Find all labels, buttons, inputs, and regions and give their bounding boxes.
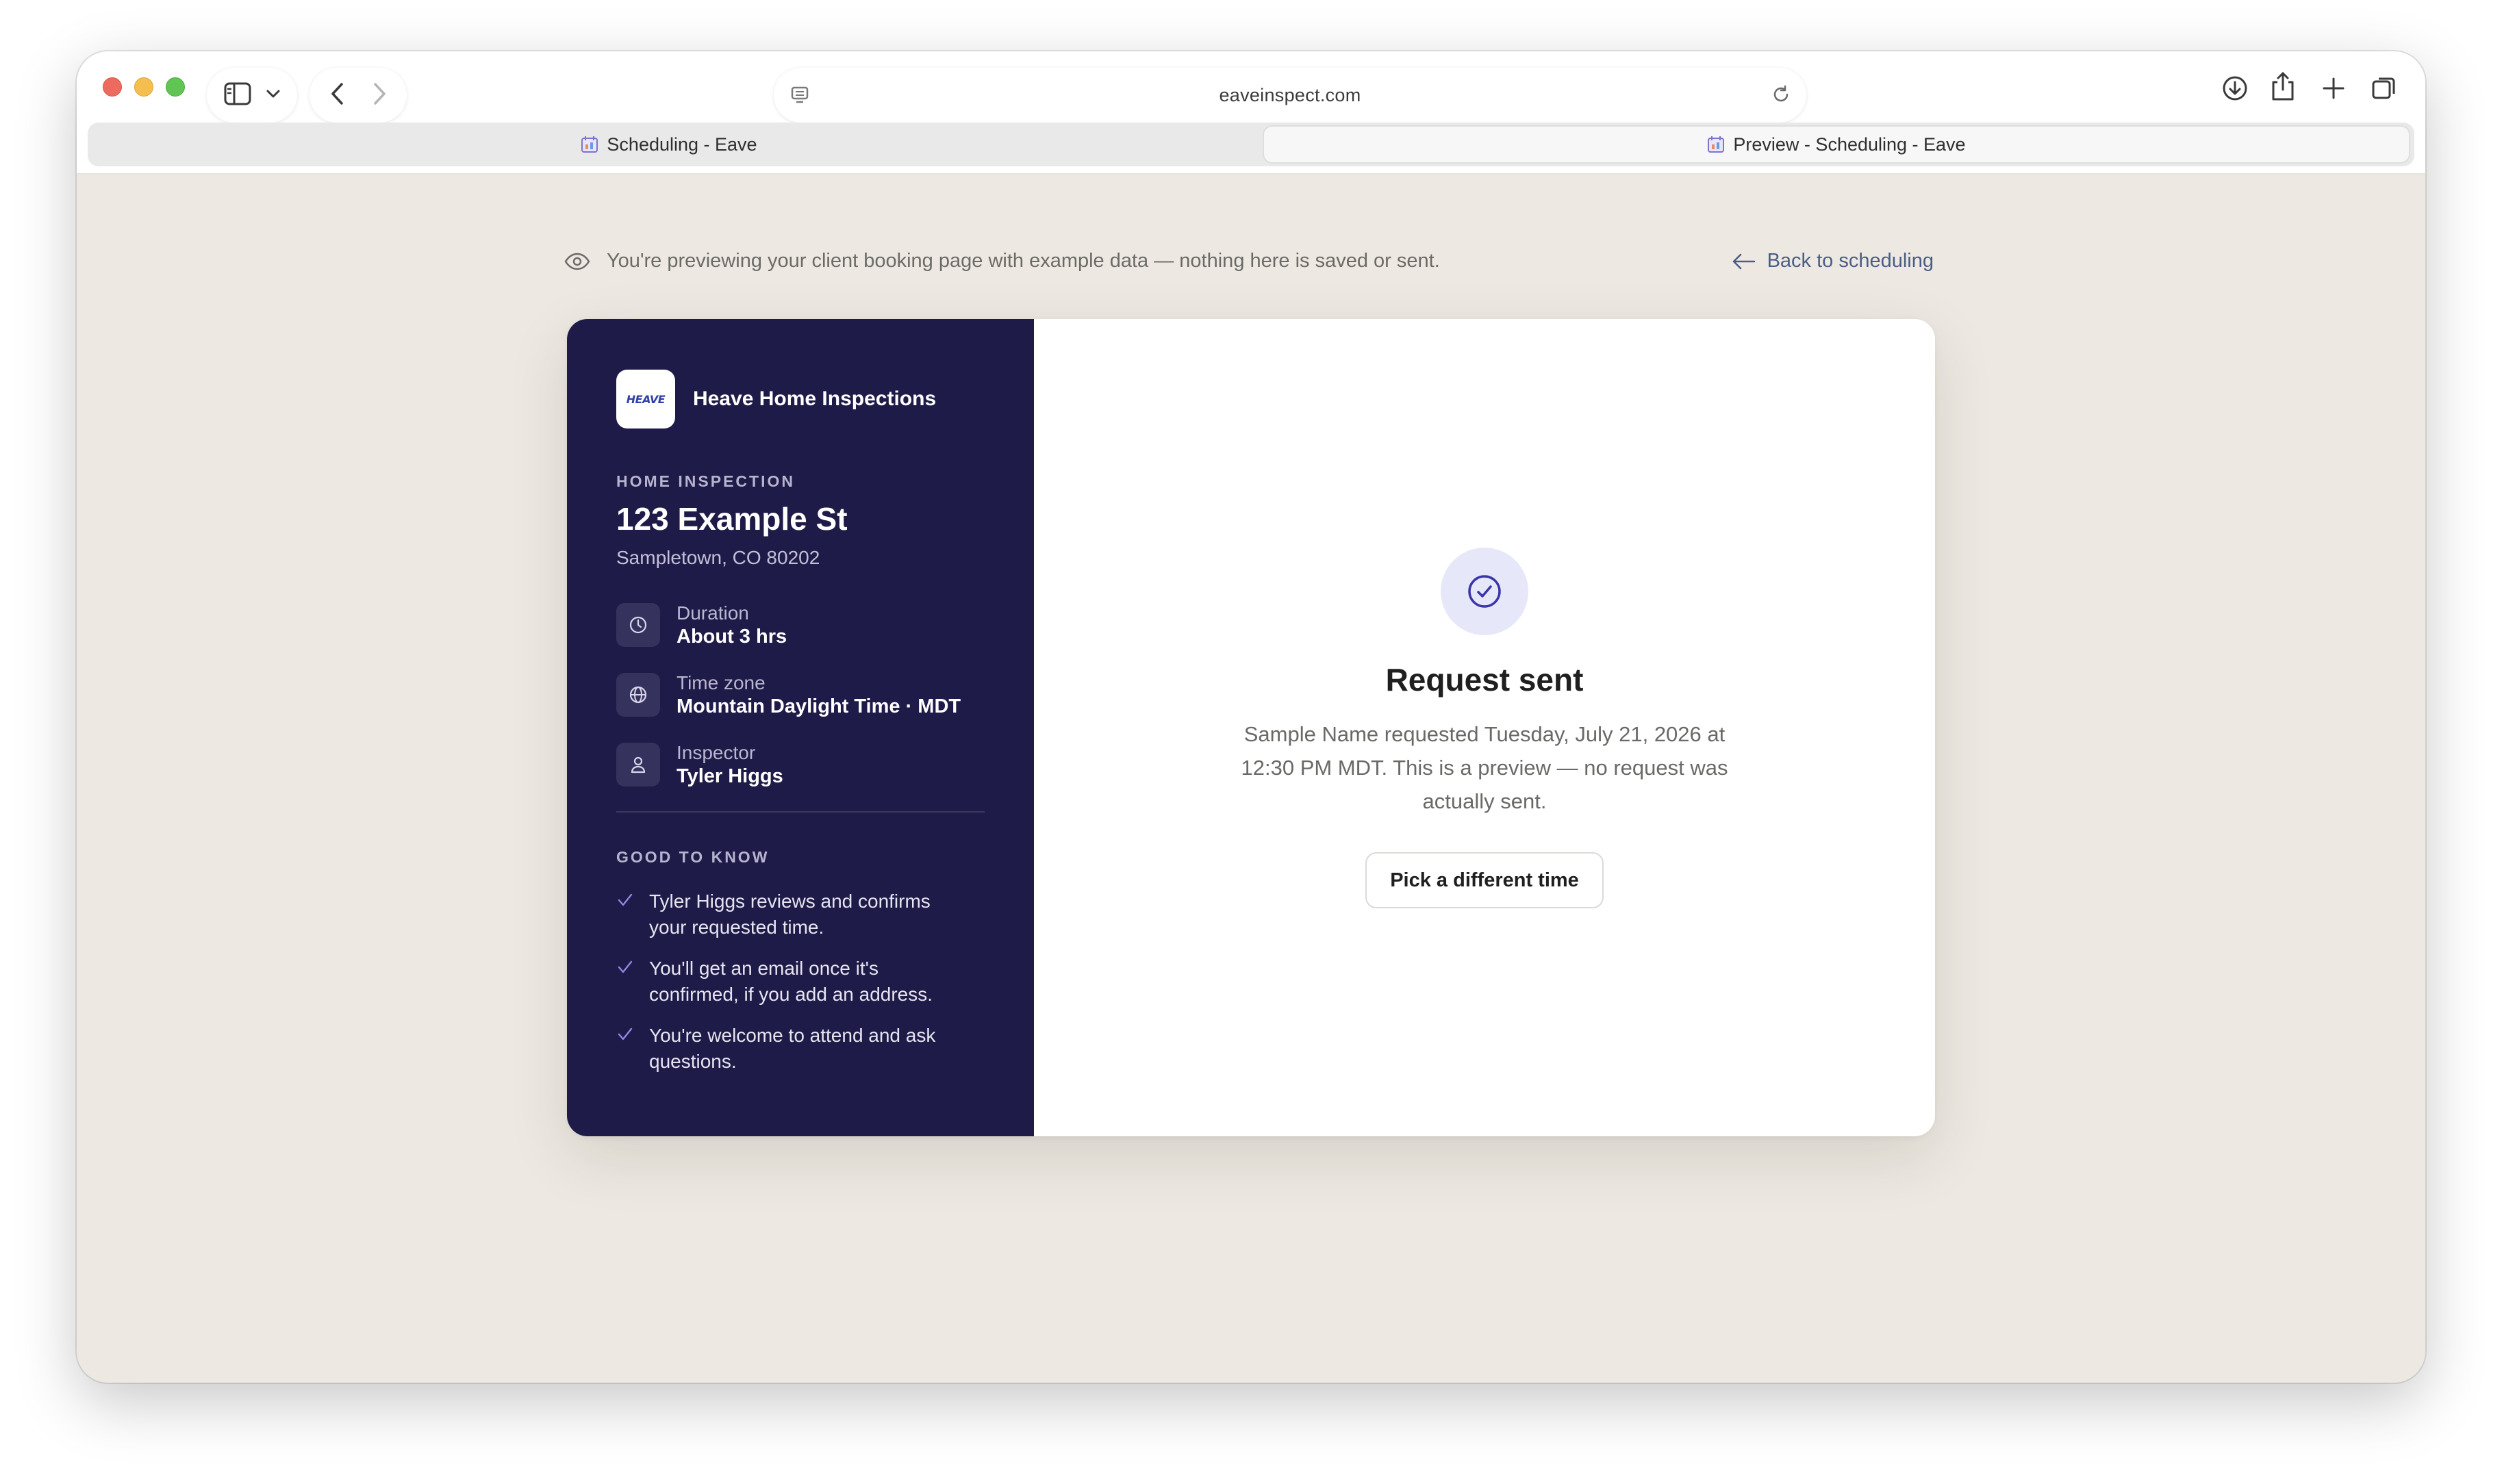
preview-note: You're previewing your client booking pa… [564, 250, 1440, 272]
detail-inspector: Inspector Tyler Higgs [616, 741, 985, 788]
url-text: eaveinspect.com [1219, 84, 1361, 105]
back-icon[interactable] [330, 82, 345, 109]
list-item: You'll get an email once it's confirmed,… [616, 956, 985, 1008]
detail-time-zone: Time zone Mountain Daylight Time · MDT [616, 671, 985, 718]
address-bar[interactable]: eaveinspect.com [774, 68, 1806, 123]
company-name: Heave Home Inspections [693, 387, 937, 410]
eye-icon [564, 253, 590, 270]
minimize-window-button[interactable] [134, 77, 153, 97]
back-to-scheduling-link[interactable]: Back to scheduling [1732, 250, 1934, 272]
detail-label: Inspector [677, 742, 756, 763]
booking-summary-panel: HEAVE Heave Home Inspections HOME INSPEC… [567, 319, 1034, 1136]
reload-icon[interactable] [1771, 84, 1791, 108]
download-icon[interactable] [2221, 75, 2249, 105]
confirmation-title: Request sent [1385, 662, 1584, 698]
clock-icon [616, 603, 660, 647]
browser-window: eaveinspect.com Scheduling - Eave Previe… [77, 51, 2425, 1383]
logo-text: HEAVE [626, 392, 666, 406]
pick-different-time-button[interactable]: Pick a different time [1365, 852, 1604, 908]
person-icon [616, 743, 660, 786]
chevron-down-icon[interactable] [266, 88, 281, 103]
nav-button-group [309, 68, 407, 123]
list-item-text: You'll get an email once it's confirmed,… [649, 958, 933, 1005]
detail-label: Time zone [677, 672, 766, 693]
arrow-left-icon [1732, 253, 1756, 270]
confirmation-message: Sample Name requested Tuesday, July 21, … [1241, 722, 1728, 813]
new-tab-icon[interactable] [2321, 76, 2346, 104]
reader-icon[interactable] [790, 86, 809, 108]
back-link-label: Back to scheduling [1767, 250, 1934, 272]
tab-overview-icon[interactable] [2371, 75, 2398, 105]
tab-preview-scheduling[interactable]: Preview - Scheduling - Eave [1263, 125, 2410, 164]
preview-note-text: You're previewing your client booking pa… [607, 250, 1440, 272]
check-circle-icon [1441, 548, 1528, 635]
booking-card: HEAVE Heave Home Inspections HOME INSPEC… [567, 319, 1935, 1136]
check-icon [616, 1023, 649, 1075]
tab-label: Scheduling - Eave [607, 133, 757, 155]
tab-scheduling[interactable]: Scheduling - Eave [88, 125, 1250, 164]
good-to-know-title: GOOD TO KNOW [616, 848, 770, 866]
detail-label: Duration [677, 602, 749, 624]
confirmation-panel: Request sent Sample Name requested Tuesd… [1034, 319, 1935, 1136]
good-to-know-list: Tyler Higgs reviews and confirms your re… [616, 888, 985, 1075]
preview-banner: You're previewing your client booking pa… [564, 244, 1934, 279]
calendar-favicon-icon [1707, 136, 1725, 153]
sidebar-toggle-group [207, 68, 297, 123]
company-brand: HEAVE Heave Home Inspections [616, 370, 985, 428]
calendar-favicon-icon [581, 136, 598, 153]
request-sent-message: Request sent Sample Name requested Tuesd… [1034, 548, 1935, 908]
property-address: 123 Example St [616, 501, 848, 537]
forward-icon[interactable] [372, 82, 387, 109]
list-item-text: You're welcome to attend and ask questio… [649, 1025, 936, 1072]
tab-label: Preview - Scheduling - Eave [1733, 133, 1966, 155]
close-window-button[interactable] [103, 77, 122, 97]
service-type: HOME INSPECTION [616, 472, 795, 490]
share-icon[interactable] [2271, 71, 2295, 105]
zoom-window-button[interactable] [166, 77, 185, 97]
property-city: Sampletown, CO 80202 [616, 547, 820, 568]
detail-value: Mountain Daylight Time · MDT [677, 695, 961, 717]
detail-value: Tyler Higgs [677, 765, 783, 787]
check-icon [616, 888, 649, 941]
divider [616, 811, 985, 813]
detail-duration: Duration About 3 hrs [616, 602, 985, 648]
list-item: Tyler Higgs reviews and confirms your re… [616, 888, 985, 941]
detail-list: Duration About 3 hrs Time zone Mountain … [616, 602, 985, 788]
company-logo: HEAVE [616, 370, 675, 428]
tab-bar: Scheduling - Eave Preview - Scheduling -… [88, 123, 2414, 166]
check-icon [616, 956, 649, 1008]
list-item-text: Tyler Higgs reviews and confirms your re… [649, 891, 931, 938]
list-item: You're welcome to attend and ask questio… [616, 1023, 985, 1075]
globe-icon [616, 673, 660, 717]
browser-toolbar: eaveinspect.com Scheduling - Eave Previe… [77, 51, 2425, 175]
sidebar-icon[interactable] [224, 82, 251, 109]
detail-value: About 3 hrs [677, 626, 787, 648]
